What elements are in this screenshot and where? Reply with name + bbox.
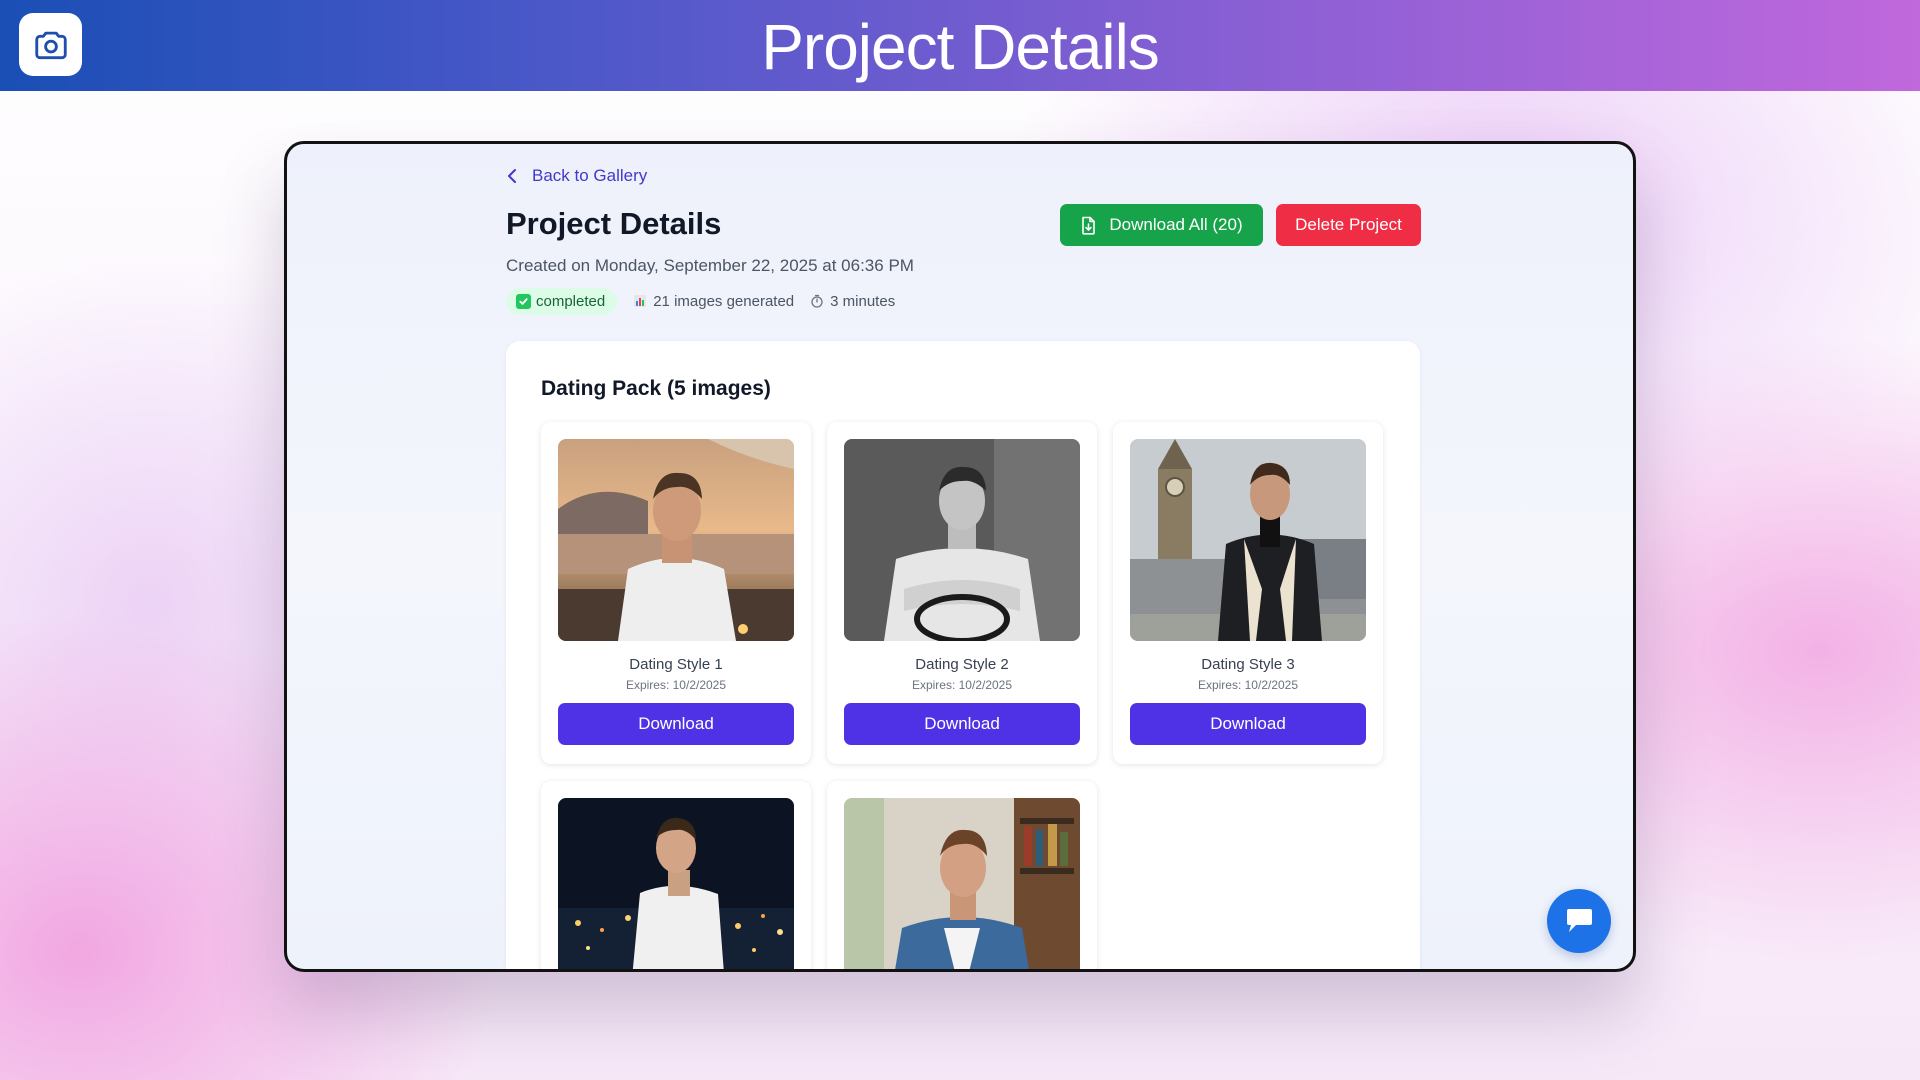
back-link-label: Back to Gallery (532, 166, 648, 185)
dating-pack-panel: Dating Pack (5 images) Dating Style 1 Ex… (506, 341, 1420, 969)
project-meta: completed 21 images generated 3 minutes (506, 286, 895, 316)
download-button[interactable]: Download (558, 703, 794, 745)
dating-photo[interactable] (1130, 439, 1366, 641)
status-badge: completed (506, 287, 618, 315)
stopwatch-icon (811, 294, 823, 308)
back-to-gallery-link[interactable]: Back to Gallery (506, 161, 647, 191)
dating-photo[interactable] (558, 798, 794, 969)
dating-photo[interactable] (844, 798, 1080, 969)
page-title: Project Details (506, 206, 722, 241)
duration: 3 minutes (810, 293, 895, 310)
expiry-date: Expires: 10/2/2025 (625, 678, 727, 692)
app-window: Back to Gallery Project Details Created … (284, 141, 1636, 972)
expiry-date: Expires: 10/2/2025 (911, 678, 1013, 692)
image-card (827, 781, 1097, 969)
bar-chart-icon (634, 295, 647, 307)
delete-project-button[interactable]: Delete Project (1276, 204, 1421, 246)
top-banner: Project Details (0, 0, 1920, 91)
download-all-button[interactable]: Download All (20) (1060, 204, 1263, 246)
image-card: Dating Style 2 Expires: 10/2/2025 Downlo… (827, 422, 1097, 764)
pack-title: Dating Pack (5 images) (541, 377, 771, 400)
images-generated: 21 images generated (633, 293, 794, 310)
dating-photo[interactable] (844, 439, 1080, 641)
chat-button[interactable] (1547, 889, 1611, 953)
file-download-icon (1082, 216, 1096, 235)
banner-title: Project Details (761, 11, 1160, 83)
status-label: completed (536, 292, 606, 310)
chevron-left-icon (508, 169, 516, 183)
download-button[interactable]: Download (844, 703, 1080, 745)
expiry-date: Expires: 10/2/2025 (1197, 678, 1299, 692)
check-icon (516, 293, 531, 309)
image-card: Dating Style 3 Expires: 10/2/2025 Downlo… (1113, 422, 1383, 764)
style-name: Dating Style 3 (1201, 656, 1295, 673)
created-date: Created on Monday, September 22, 2025 at… (506, 256, 914, 275)
download-all-label: Download All (20) (1109, 215, 1243, 234)
dating-photo[interactable] (558, 439, 794, 641)
download-button[interactable]: Download (1130, 703, 1366, 745)
images-generated-label: 21 images generated (653, 292, 795, 310)
style-name: Dating Style 1 (629, 656, 723, 673)
image-card (541, 781, 811, 969)
chat-bubble-icon (1567, 909, 1592, 932)
duration-label: 3 minutes (830, 292, 896, 310)
image-card: Dating Style 1 Expires: 10/2/2025 Downlo… (541, 422, 811, 764)
style-name: Dating Style 2 (915, 656, 1009, 673)
